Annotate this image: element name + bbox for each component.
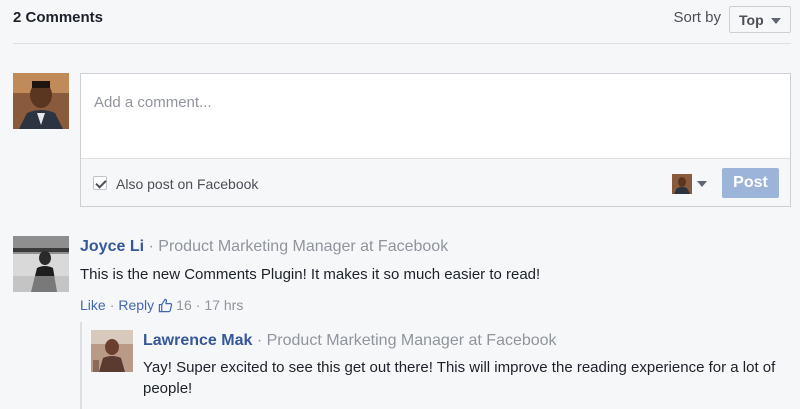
chevron-down-icon (771, 18, 781, 24)
sort-dropdown[interactable]: Top (729, 6, 791, 33)
comments-header: 2 Comments Sort by Top (13, 0, 791, 44)
comment-composer: Also post on Facebook Post (80, 73, 791, 207)
reply-header: Lawrence Mak · Product Marketing Manager… (143, 332, 557, 350)
post-button[interactable]: Post (722, 168, 779, 198)
reply-link[interactable]: Reply (118, 297, 154, 313)
reply-text: Yay! Super excited to see this get out t… (143, 359, 776, 397)
sort-label: Sort by (673, 9, 721, 26)
reply-author-avatar[interactable] (91, 330, 133, 372)
like-link[interactable]: Like (80, 297, 106, 313)
comment-author-avatar[interactable] (13, 236, 69, 292)
separator: · (256, 332, 263, 349)
also-post-label[interactable]: Also post on Facebook (116, 176, 258, 192)
sort-value: Top (739, 12, 764, 28)
current-user-avatar[interactable] (13, 73, 69, 129)
thumbs-up-icon (158, 298, 173, 313)
comment-count: 2 Comments (13, 9, 104, 26)
reply-thread-line (80, 322, 82, 409)
reply-author-role: Product Marketing Manager at Facebook (266, 332, 557, 349)
comment-text: This is the new Comments Plugin! It make… (80, 266, 541, 283)
timestamp[interactable]: 17 hrs (204, 297, 243, 313)
comment-header: Joyce Li · Product Marketing Manager at … (80, 238, 448, 256)
comment-actions: Like · Reply 16 · 17 hrs (80, 297, 243, 313)
also-post-checkbox[interactable] (93, 176, 107, 190)
chevron-down-icon[interactable] (697, 181, 707, 187)
composer-footer: Also post on Facebook Post (81, 158, 790, 206)
comment-author-name[interactable]: Joyce Li (80, 238, 144, 255)
reply-author-name[interactable]: Lawrence Mak (143, 332, 252, 349)
post-as-avatar[interactable] (672, 174, 692, 194)
separator: · (148, 238, 154, 255)
separator: · (195, 297, 201, 313)
separator: · (109, 297, 115, 313)
comment-author-role: Product Marketing Manager at Facebook (158, 238, 449, 255)
comment-input[interactable] (81, 74, 790, 158)
like-count: 16 (176, 297, 192, 313)
